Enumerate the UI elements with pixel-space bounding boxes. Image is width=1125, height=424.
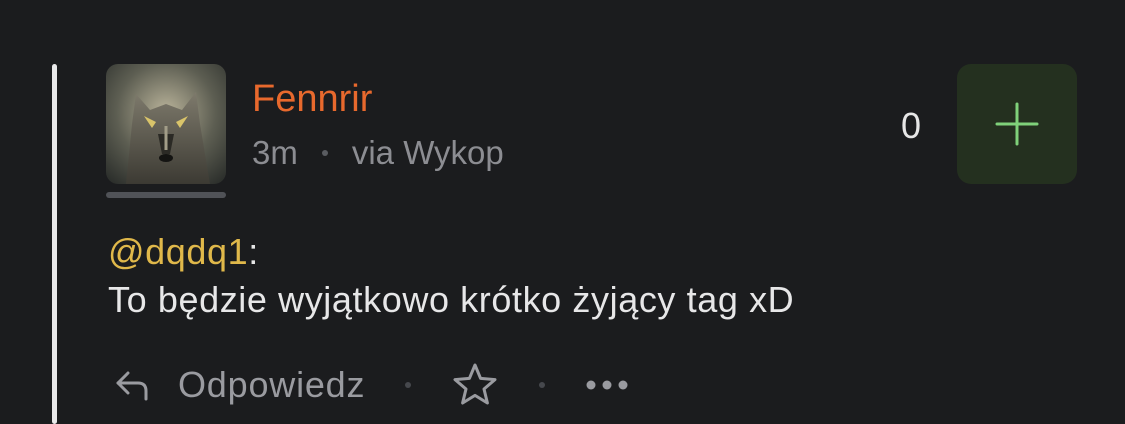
avatar[interactable] — [106, 64, 226, 184]
entry-time[interactable]: 3m — [252, 132, 298, 174]
avatar-rank-bar — [106, 192, 226, 198]
thread-line — [52, 64, 57, 424]
upvote-button[interactable] — [957, 64, 1077, 184]
entry-body: To będzie wyjątkowo krótko żyjący tag xD — [108, 279, 795, 320]
user-mention[interactable]: @dqdq1 — [108, 231, 248, 272]
more-dots-icon — [586, 380, 628, 390]
author-name[interactable]: Fennrir — [252, 76, 372, 122]
plus-icon — [995, 102, 1039, 146]
meta-separator — [321, 150, 328, 156]
action-separator — [405, 382, 412, 388]
entry-content: @dqdq1: To będzie wyjątkowo krótko żyjąc… — [108, 228, 794, 324]
action-bar: Odpowiedz — [112, 360, 629, 410]
entry-meta: 3m via Wykop — [252, 132, 504, 174]
more-button[interactable] — [585, 379, 629, 391]
favorite-button[interactable] — [451, 362, 499, 408]
reply-arrow-icon — [116, 371, 148, 401]
entry-source: via Wykop — [351, 134, 504, 171]
mention-suffix: : — [248, 231, 259, 272]
reply-button[interactable]: Odpowiedz — [112, 364, 365, 406]
action-separator — [539, 382, 546, 388]
entry-comment: Fennrir 3m via Wykop 0 @dqdq1: To będzie… — [0, 0, 1125, 424]
avatar-block[interactable] — [106, 64, 226, 198]
mention-line: @dqdq1: — [108, 228, 794, 276]
star-icon — [453, 363, 497, 405]
vote-count: 0 — [900, 105, 921, 146]
reply-label[interactable]: Odpowiedz — [178, 364, 365, 406]
